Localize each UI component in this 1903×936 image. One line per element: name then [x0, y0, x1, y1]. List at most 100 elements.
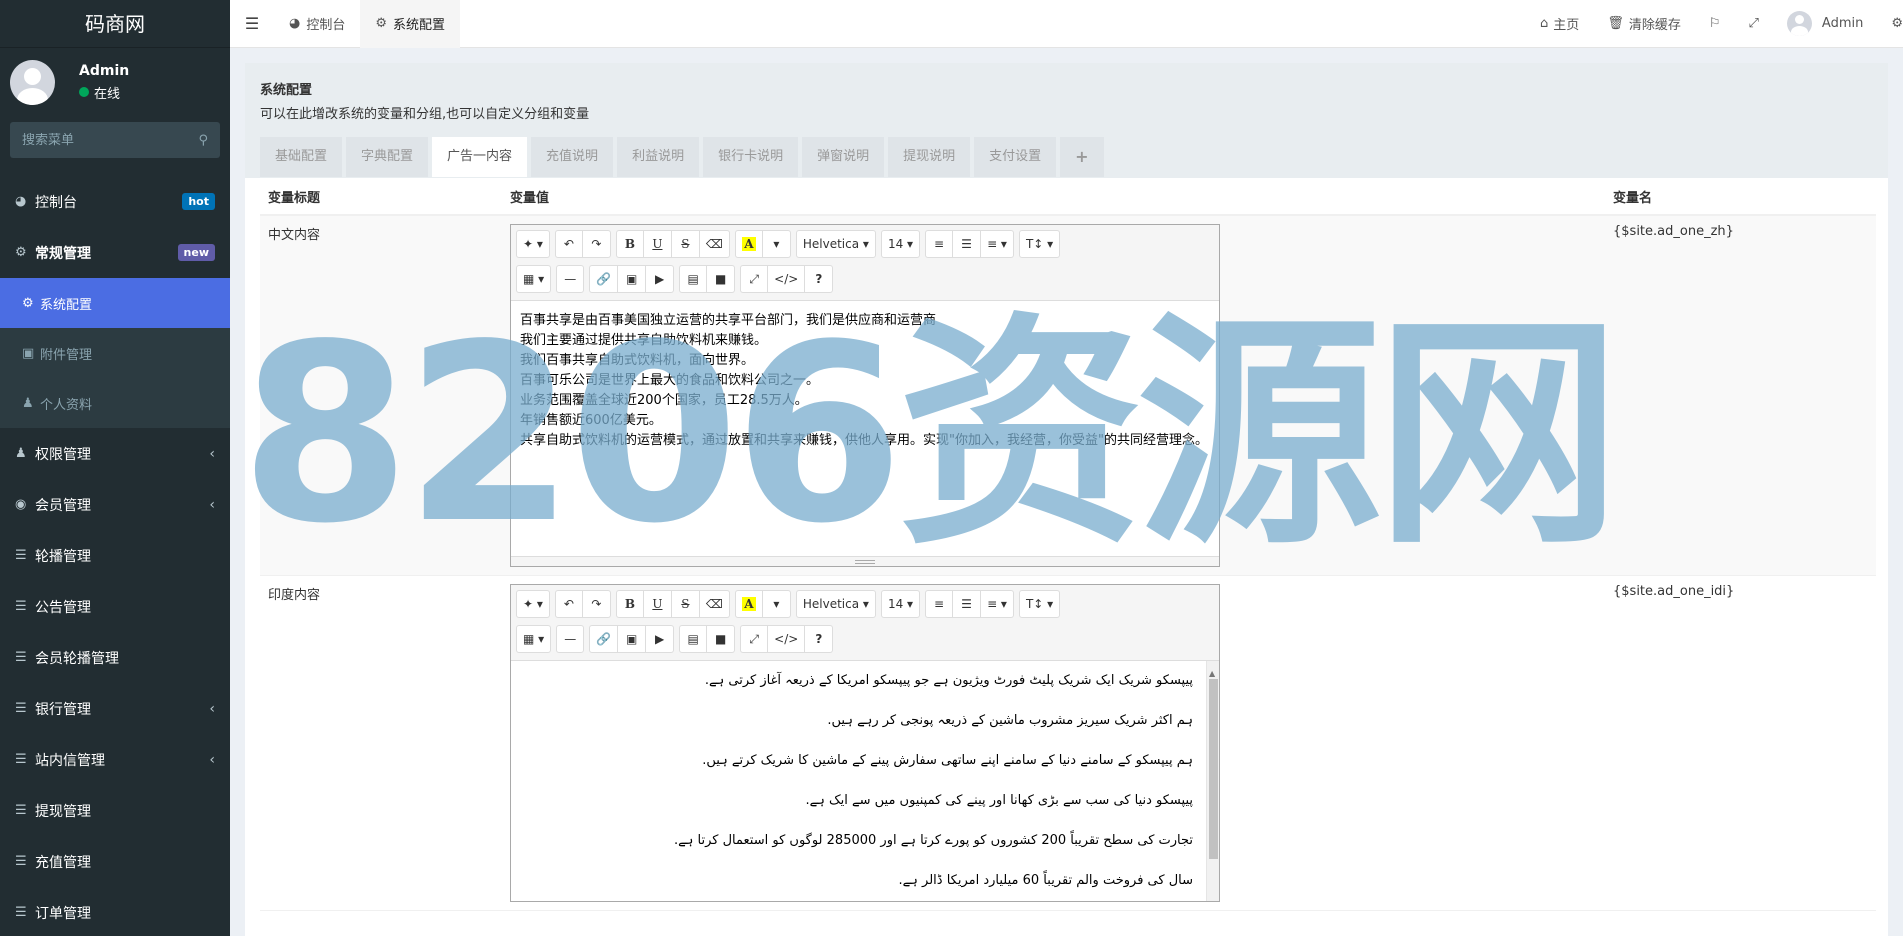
underline-button[interactable]: U [643, 230, 672, 258]
upload-image-icon[interactable]: ▤ [679, 265, 708, 293]
tab-profit-desc[interactable]: 利益说明 [617, 137, 700, 177]
sidebar-item-dashboard[interactable]: ◕ 控制台 hot [0, 176, 230, 227]
video-icon[interactable]: ▶ [646, 265, 675, 293]
redo-icon[interactable]: ↷ [582, 230, 611, 258]
sidebar-item-orders[interactable]: ☰ 订单管理 [0, 887, 230, 936]
help-icon[interactable]: ? [805, 265, 834, 293]
sidebar-item-general[interactable]: ⚙ 常规管理 new [0, 227, 230, 278]
font-size-select[interactable]: 14 ▾ [880, 590, 921, 618]
tab-payment-settings[interactable]: 支付设置 [974, 137, 1057, 177]
settings-gear-icon[interactable]: ⚙ [1877, 16, 1903, 31]
sidebar-item-member-carousel[interactable]: ☰ 会员轮播管理 [0, 632, 230, 683]
strikethrough-button[interactable]: S [671, 230, 700, 258]
editor-scrollbar[interactable]: ▲ [1206, 661, 1219, 901]
tab-basic-config[interactable]: 基础配置 [260, 137, 343, 177]
upload-file-icon[interactable]: ■ [707, 265, 736, 293]
upload-image-icon[interactable]: ▤ [679, 625, 708, 653]
link-icon[interactable]: 🔗 [589, 625, 619, 653]
eraser-icon[interactable]: ⌫ [699, 230, 730, 258]
sidebar-item-messages[interactable]: ☰ 站内信管理 ‹ [0, 734, 230, 785]
tab-ad-content[interactable]: 广告一内容 [432, 137, 528, 177]
tab-bankcard-desc[interactable]: 银行卡说明 [703, 137, 799, 177]
font-size-select[interactable]: 14 ▾ [880, 230, 921, 258]
sidebar-item-recharge[interactable]: ☰ 充值管理 [0, 836, 230, 887]
editor-line: سال کی فروخت والم تقریباً 60 میلیارد امر… [898, 873, 1193, 888]
scrollbar-thumb[interactable] [1209, 679, 1218, 859]
tab-system-config[interactable]: ⚙ 系统配置 [360, 0, 461, 48]
unordered-list-icon[interactable]: ≡ [925, 230, 954, 258]
sidebar-item-withdrawals[interactable]: ☰ 提现管理 [0, 785, 230, 836]
ordered-list-icon[interactable]: ☰ [953, 230, 982, 258]
tab-label: 系统配置 [393, 18, 446, 33]
color-dropdown-icon[interactable]: ▾ [762, 230, 791, 258]
strikethrough-button[interactable]: S [671, 590, 700, 618]
sidebar-item-members[interactable]: ◉ 会员管理 ‹ [0, 479, 230, 530]
font-name-select[interactable]: Helvetica ▾ [795, 590, 876, 618]
upload-file-icon[interactable]: ■ [707, 625, 736, 653]
tab-withdraw-desc[interactable]: 提现说明 [888, 137, 971, 177]
bold-button[interactable]: B [615, 230, 644, 258]
hamburger-menu-icon[interactable]: ☰ [230, 14, 274, 33]
sidebar-item-label: 常规管理 [35, 245, 91, 262]
sidebar-item-banks[interactable]: ☰ 银行管理 ‹ [0, 683, 230, 734]
sidebar-item-permissions[interactable]: ♟ 权限管理 ‹ [0, 428, 230, 479]
underline-button[interactable]: U [643, 590, 672, 618]
code-view-icon[interactable]: </> [768, 265, 806, 293]
user-menu[interactable]: Admin [1773, 11, 1877, 36]
fullscreen-icon[interactable]: ⤢ [1735, 16, 1773, 31]
unordered-list-icon[interactable]: ≡ [925, 590, 954, 618]
sidebar-search-input[interactable] [22, 132, 199, 148]
rich-text-editor: ✦ ▾ ↶ ↷ B U S ⌫ A ▾ Helvetica ▾ 14 ▾ ≡ ☰… [510, 584, 1220, 902]
align-icon[interactable]: ≡ ▾ [981, 230, 1014, 258]
editor-content[interactable]: پیپسکو شریک ایک شریک پلیٹ فورٹ ویژیون ہے… [511, 661, 1219, 901]
align-icon[interactable]: ≡ ▾ [981, 590, 1014, 618]
editor-line: تجارت کی سطح تقریباً 200 کشوروں کو پورے … [674, 833, 1193, 848]
bold-button[interactable]: B [615, 590, 644, 618]
add-tab-button[interactable]: + [1060, 137, 1104, 177]
search-icon[interactable]: ⚲ [198, 133, 208, 148]
editor-line: پیپسکو دنیا کی سب سے بڑی کھانا اور پینے … [805, 793, 1193, 808]
horizontal-rule-icon[interactable]: — [556, 265, 585, 293]
table-icon[interactable]: ▦ ▾ [516, 265, 552, 293]
redo-icon[interactable]: ↷ [582, 590, 611, 618]
sidebar-item-attachments[interactable]: ▣ 附件管理 [0, 328, 230, 378]
brand-logo[interactable]: 码商网 [0, 0, 230, 48]
link-icon[interactable]: 🔗 [589, 265, 619, 293]
color-dropdown-icon[interactable]: ▾ [762, 590, 791, 618]
video-icon[interactable]: ▶ [646, 625, 675, 653]
home-icon: ⌂ [1540, 16, 1549, 31]
line-height-icon[interactable]: T↕ ▾ [1018, 590, 1061, 618]
tab-dashboard[interactable]: ◕ 控制台 [274, 0, 360, 48]
editor-resize-handle[interactable] [511, 556, 1219, 566]
fullscreen-icon[interactable]: ⤢ [740, 625, 769, 653]
tab-popup-desc[interactable]: 弹窗说明 [802, 137, 885, 177]
line-height-icon[interactable]: T↕ ▾ [1018, 230, 1061, 258]
sidebar-item-carousel[interactable]: ☰ 轮播管理 [0, 530, 230, 581]
horizontal-rule-icon[interactable]: — [556, 625, 585, 653]
magic-style-icon[interactable]: ✦ ▾ [516, 590, 550, 618]
sidebar-item-profile[interactable]: ♟ 个人资料 [0, 378, 230, 428]
tab-recharge-desc[interactable]: 充值说明 [531, 137, 614, 177]
image-icon[interactable]: ▣ [618, 265, 647, 293]
text-color-button[interactable]: A [734, 230, 763, 258]
avatar [10, 59, 55, 105]
magic-style-icon[interactable]: ✦ ▾ [516, 230, 550, 258]
sidebar-item-announcements[interactable]: ☰ 公告管理 [0, 581, 230, 632]
fullscreen-icon[interactable]: ⤢ [740, 265, 769, 293]
tab-dictionary-config[interactable]: 字典配置 [346, 137, 429, 177]
help-icon[interactable]: ? [805, 625, 834, 653]
ordered-list-icon[interactable]: ☰ [953, 590, 982, 618]
image-icon[interactable]: ▣ [618, 625, 647, 653]
eraser-icon[interactable]: ⌫ [699, 590, 730, 618]
undo-icon[interactable]: ↶ [554, 590, 583, 618]
clear-cache-button[interactable]: 🗑 清除缓存 [1593, 14, 1695, 33]
editor-content[interactable]: 百事共享是由百事美国独立运营的共享平台部门，我们是供应商和运营商 我们主要通过提… [511, 301, 1219, 556]
undo-icon[interactable]: ↶ [554, 230, 583, 258]
text-color-button[interactable]: A [734, 590, 763, 618]
table-icon[interactable]: ▦ ▾ [516, 625, 552, 653]
code-view-icon[interactable]: </> [768, 625, 806, 653]
language-icon[interactable]: ⚐ [1695, 16, 1735, 31]
font-name-select[interactable]: Helvetica ▾ [795, 230, 876, 258]
sidebar-item-system-config[interactable]: ⚙ 系统配置 [0, 278, 230, 328]
home-link[interactable]: ⌂ 主页 [1526, 14, 1593, 33]
